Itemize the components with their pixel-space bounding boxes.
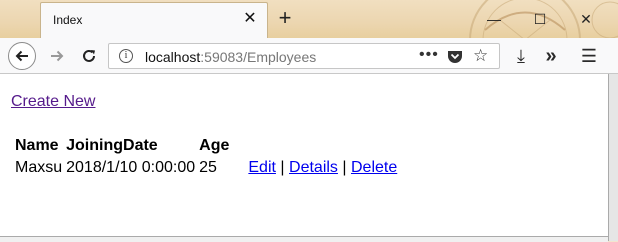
download-icon[interactable]: ⤓	[508, 43, 534, 69]
tab-index[interactable]: Index ✕	[40, 2, 268, 38]
header-joining-date: JoiningDate	[66, 137, 158, 154]
action-separator: |	[280, 159, 285, 176]
menu-icon[interactable]: ☰	[576, 43, 602, 69]
bookmark-star-icon[interactable]: ☆	[473, 47, 488, 65]
close-window-icon[interactable]: ✕	[576, 9, 596, 29]
window-frame-right	[608, 74, 618, 241]
header-name: Name	[15, 137, 59, 154]
window-frame-bottom	[0, 236, 608, 242]
url-host: localhost	[145, 49, 201, 65]
edit-link[interactable]: Edit	[248, 159, 276, 176]
reload-button[interactable]	[76, 43, 102, 69]
back-button[interactable]	[8, 42, 36, 70]
back-arrow-icon	[15, 50, 28, 62]
table-row: Maxsu 2018/1/10 0:00:00 25 Edit | Detail…	[14, 158, 398, 178]
url-path: :59083/Employees	[200, 49, 317, 65]
site-info-icon[interactable]: i	[119, 49, 133, 63]
cell-age: 25	[199, 159, 217, 176]
action-separator: |	[342, 159, 347, 176]
header-age: Age	[199, 137, 230, 154]
minimize-icon[interactable]: —	[484, 9, 504, 29]
details-link[interactable]: Details	[289, 159, 338, 176]
url-text[interactable]: localhost:59083/Employees	[145, 49, 316, 65]
employees-table: Name JoiningDate Age Maxsu 2018/1/10 0:0…	[12, 134, 400, 180]
page-content: Create New Name JoiningDate Age Maxsu 20…	[0, 74, 608, 241]
navigation-toolbar: i localhost:59083/Employees ••• ☆ ⤓ » ☰	[0, 38, 618, 74]
create-new-link[interactable]: Create New	[11, 93, 95, 111]
reload-icon	[83, 49, 95, 62]
cell-actions: Edit | Details | Delete	[232, 158, 398, 178]
forward-arrow-icon	[51, 50, 64, 62]
maximize-icon[interactable]: ☐	[530, 9, 550, 29]
header-actions	[232, 136, 398, 156]
table-header-row: Name JoiningDate Age	[14, 136, 398, 156]
close-tab-icon[interactable]: ✕	[241, 10, 259, 28]
tab-title: Index	[53, 13, 83, 27]
url-bar[interactable]: i localhost:59083/Employees ••• ☆	[108, 43, 500, 69]
page-actions-icon[interactable]: •••	[419, 46, 439, 64]
delete-link[interactable]: Delete	[351, 159, 397, 176]
overflow-icon[interactable]: »	[538, 43, 564, 69]
cell-joining-date: 2018/1/10 0:00:00	[66, 159, 196, 176]
pocket-icon[interactable]	[447, 49, 463, 64]
title-bar: Index ✕ + — ☐ ✕	[0, 0, 618, 80]
forward-button[interactable]	[44, 43, 70, 69]
cell-name: Maxsu	[15, 159, 63, 176]
new-tab-icon[interactable]: +	[274, 7, 296, 29]
